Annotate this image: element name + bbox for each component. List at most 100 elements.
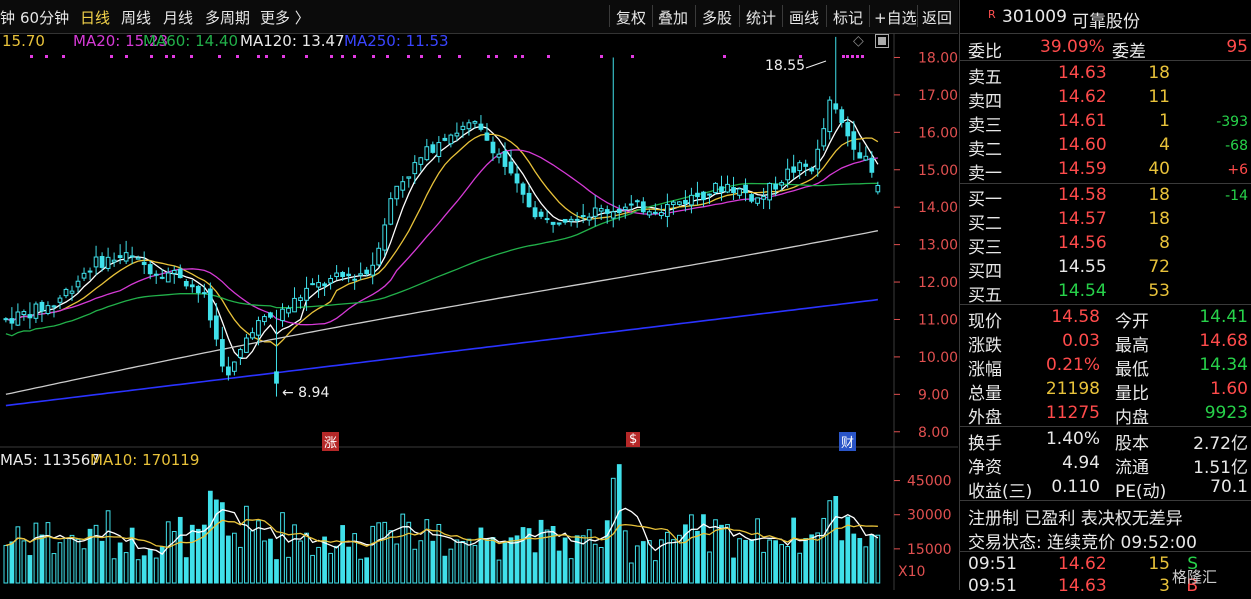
mark-button[interactable]: 标记 [833, 7, 863, 28]
candle-body [171, 269, 177, 274]
volume-bar [45, 522, 51, 584]
signal-dot [282, 55, 285, 58]
volume-bar [797, 552, 803, 584]
volume-bar [773, 540, 778, 584]
signal-dot [386, 55, 389, 58]
back-button[interactable]: 返回 [922, 7, 952, 28]
price-tick-label: 16.00 [918, 125, 958, 141]
event-marker-finance[interactable]: 财 [839, 432, 857, 451]
volume-bar [640, 541, 646, 584]
candle-body [87, 270, 93, 273]
candle-body [448, 134, 454, 145]
candle-body [376, 247, 382, 266]
candle-body [159, 276, 165, 279]
sell-level-label: 卖二 [968, 140, 1002, 160]
candle-body [610, 211, 616, 219]
volume-bar [340, 525, 345, 584]
sell-price: 14.63 [1058, 63, 1107, 83]
signal-dot [353, 55, 356, 58]
period-minute-tab[interactable]: 钟 [0, 7, 15, 28]
signal-dot [861, 55, 864, 58]
event-marker-limitup[interactable]: 涨 [322, 432, 340, 451]
signal-dot [600, 55, 603, 58]
candle-body [568, 218, 574, 222]
candle-body [767, 182, 772, 201]
volume-axis: 45000 30000 15000 [894, 474, 952, 558]
volume-bar [21, 540, 27, 584]
volume-bar [129, 527, 135, 584]
candle-body [358, 273, 364, 276]
candle-body [117, 255, 123, 259]
stat-label: 涨跌 [968, 336, 1002, 356]
candles-group [3, 36, 881, 397]
buy-row: 买一 14.58 18 -14 [960, 184, 1251, 210]
candle-body [418, 157, 424, 165]
period-60min-tab[interactable]: 60分钟 [20, 7, 69, 28]
trade-status: 交易状态: 连续竞价 09:52:00 [968, 533, 1197, 553]
volume-bar [520, 527, 526, 584]
stat-label: 股本 [1115, 434, 1149, 454]
candle-body [586, 216, 592, 221]
price-tick-label: 17.00 [918, 88, 958, 104]
candle-body [713, 182, 718, 194]
add-watchlist-button[interactable]: +自选 [874, 7, 917, 28]
kline-chart[interactable]: 18.00 17.00 16.00 15.00 14.00 13.00 12.00 11.00… [0, 33, 958, 590]
sell-price: 14.60 [1058, 135, 1107, 155]
stat-value: 0.21% [1045, 355, 1100, 375]
quote-panel: R 301009 可靠股份 委比 39.09% 委差 95 卖五 14.63 18 卖… [959, 0, 1251, 596]
stat-value: 0.110 [1051, 477, 1100, 497]
volume-bar [863, 546, 869, 584]
volume-bar [238, 546, 243, 584]
ma120-line [5, 230, 879, 395]
buy-row: 买三 14.56 8 [960, 232, 1251, 258]
volume-bar [719, 524, 724, 584]
volume-bar [316, 546, 321, 584]
candle-body [514, 173, 520, 184]
overlay-button[interactable]: 叠加 [658, 7, 688, 28]
candle-body [562, 218, 568, 223]
multi-stock-button[interactable]: 多股 [702, 7, 732, 28]
candle-body [244, 337, 249, 353]
period-monthly-tab[interactable]: 月线 [163, 7, 193, 28]
signal-dot [514, 55, 517, 58]
volume-bar [304, 532, 309, 584]
candle-body [875, 184, 881, 193]
signal-dot [487, 55, 490, 58]
candle-body [442, 137, 448, 141]
volume-bar [484, 538, 490, 584]
candle-body [472, 121, 478, 124]
period-daily-tab[interactable]: 日线 [80, 7, 110, 28]
volume-bar [9, 541, 15, 584]
multi-period-tab[interactable]: 多周期 [205, 7, 250, 28]
draw-line-button[interactable]: 画线 [789, 7, 819, 28]
volume-bar [707, 551, 712, 584]
volume-bar [364, 557, 370, 584]
stat-value: 21198 [1045, 379, 1100, 399]
stock-name: 可靠股份 [1072, 12, 1140, 32]
period-weekly-tab[interactable]: 周线 [121, 7, 151, 28]
signal-dot [438, 55, 441, 58]
volume-bar [604, 520, 610, 584]
restore-rights-button[interactable]: 复权 [616, 7, 646, 28]
weicha-label: 委差 [1112, 42, 1146, 62]
signal-dot [150, 55, 153, 58]
event-marker-dividend[interactable]: $ [626, 432, 641, 447]
candle-body [658, 211, 664, 217]
volume-bar [532, 552, 538, 584]
volume-bar [195, 528, 201, 584]
candle-body [141, 261, 147, 266]
buy-level-label: 买五 [968, 286, 1002, 306]
registration-badge: R [988, 8, 996, 21]
more-menu[interactable]: 更多 〉 [260, 7, 310, 28]
volume-bar [358, 558, 364, 584]
buy-row: 买五 14.54 53 [960, 280, 1251, 306]
volume-bar [394, 543, 400, 584]
candle-body [737, 188, 742, 196]
candle-body [394, 185, 400, 200]
candle-body [177, 268, 183, 279]
weicha-value: 95 [1226, 37, 1248, 57]
volume-bar [460, 540, 466, 584]
candle-body [827, 99, 833, 133]
volume-bar [592, 543, 598, 584]
statistics-button[interactable]: 统计 [746, 7, 776, 28]
